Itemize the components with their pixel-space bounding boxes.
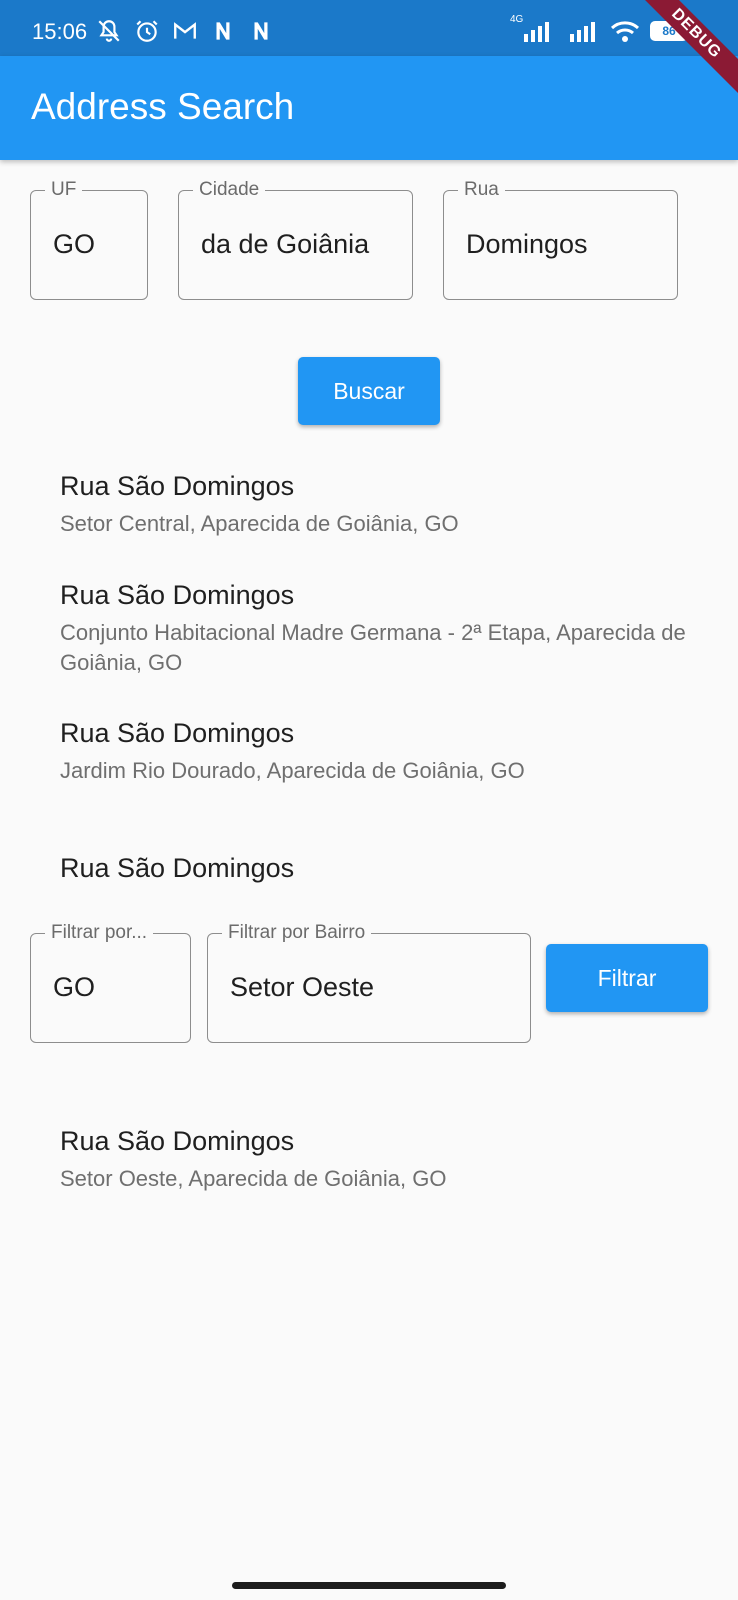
status-system-icons: 4G 86 [510,14,688,42]
rua-field-label: Rua [458,179,505,201]
uf-field-label: UF [45,179,83,201]
status-bar: 15:06 4G 86 [0,0,738,56]
list-item[interactable]: Rua São Domingos Setor Central, Aparecid… [60,469,700,539]
filter-button[interactable]: Filtrar [546,944,708,1012]
result-title: Rua São Domingos [60,471,295,501]
n-icon [216,22,230,40]
rua-field[interactable]: Rua Domingos [443,179,678,300]
app-screen: 15:06 4G 86 DEBUG Address Search UF GO C… [0,0,738,1600]
cidade-field-label: Cidade [193,179,266,201]
home-indicator[interactable] [232,1582,506,1589]
filter-bairro-label: Filtrar por Bairro [222,922,372,944]
bell-off-icon [98,20,120,42]
filter-bairro-field[interactable]: Filtrar por Bairro Setor Oeste [207,922,531,1043]
rua-field-value: Domingos [466,229,588,259]
result-subtitle: Conjunto Habitacional Madre Germana - 2ª… [60,620,686,675]
filter-bairro-value: Setor Oeste [230,972,375,1002]
result-subtitle: Setor Central, Aparecida de Goiânia, GO [60,511,459,536]
list-item[interactable]: Rua São Domingos Setor Oeste, Aparecida … [60,1124,700,1194]
result-subtitle: Jardim Rio Dourado, Aparecida de Goiânia… [60,758,525,783]
uf-field-value: GO [53,229,96,259]
status-notification-icons [96,18,274,44]
filter-estado-field[interactable]: Filtrar por... GO [30,922,191,1043]
n-icon [254,22,268,40]
status-time: 15:06 [32,19,88,44]
uf-field[interactable]: UF GO [30,179,148,300]
list-item[interactable]: Rua São Domingos Conjunto Habitacional M… [60,578,700,678]
cidade-field[interactable]: Cidade da de Goiânia [178,179,413,300]
gmail-icon [174,22,196,39]
page-title: Address Search [31,86,295,127]
app-bar: Address Search [0,56,738,160]
list-item[interactable]: Rua São Domingos [60,851,700,885]
cidade-field-value: da de Goiânia [201,229,370,259]
result-title: Rua São Domingos [60,853,295,883]
result-subtitle: Setor Oeste, Aparecida de Goiânia, GO [60,1166,447,1191]
signal-icon: 4G [510,14,554,42]
result-title: Rua São Domingos [60,580,295,610]
wifi-icon [610,21,640,42]
list-item[interactable]: Rua São Domingos Jardim Rio Dourado, Apa… [60,716,700,786]
search-button[interactable]: Buscar [298,357,440,425]
alarm-icon [136,20,158,42]
filter-estado-value: GO [53,972,96,1002]
result-title: Rua São Domingos [60,1126,295,1156]
filter-estado-label: Filtrar por... [45,922,154,944]
result-title: Rua São Domingos [60,718,295,748]
signal-icon [570,22,595,42]
